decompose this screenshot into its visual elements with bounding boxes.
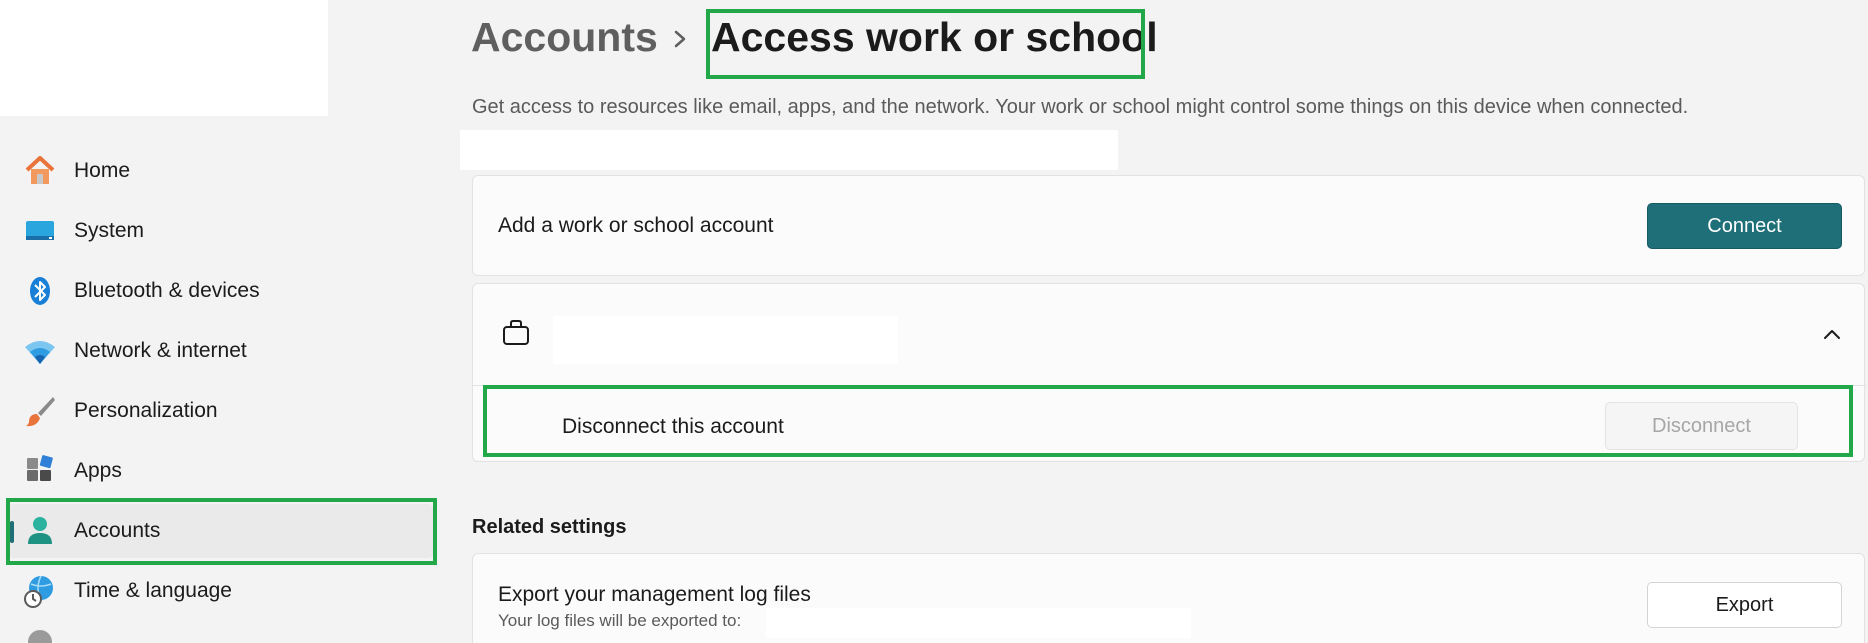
sidebar-item-bluetooth[interactable]: Bluetooth & devices [8, 264, 434, 318]
chevron-up-icon[interactable] [1819, 322, 1845, 353]
sidebar-item-personalization[interactable]: Personalization [8, 384, 434, 438]
breadcrumb-parent[interactable]: Accounts [471, 14, 658, 61]
gamepad-icon [22, 624, 58, 643]
sidebar: Home System Bluetooth & devices Network … [0, 0, 440, 643]
export-button[interactable]: Export [1647, 582, 1842, 628]
sidebar-item-time-language[interactable]: Time & language [8, 564, 434, 618]
export-logs-label: Export your management log files [498, 583, 811, 606]
account-card: Disconnect this account Disconnect [472, 283, 1866, 462]
redacted-info [460, 130, 1118, 170]
disconnect-button[interactable]: Disconnect [1605, 402, 1798, 450]
redacted-profile [0, 0, 328, 116]
export-logs-subtext: Your log files will be exported to: [498, 611, 742, 630]
disconnect-label: Disconnect this account [562, 415, 784, 438]
sidebar-item-label: Accounts [74, 519, 161, 542]
sidebar-item-partial[interactable] [8, 624, 434, 643]
page-title: Access work or school [711, 14, 1158, 60]
sidebar-item-network[interactable]: Network & internet [8, 324, 434, 378]
briefcase-icon [501, 318, 531, 353]
person-icon [22, 513, 58, 549]
wifi-icon [22, 333, 58, 369]
sidebar-item-label: Personalization [74, 399, 218, 422]
account-header[interactable] [473, 284, 1866, 386]
add-account-label: Add a work or school account [498, 214, 774, 237]
home-icon [22, 153, 58, 189]
redacted-log-path [766, 608, 1191, 638]
sidebar-item-label: Home [74, 159, 131, 182]
sidebar-item-label: Apps [74, 459, 122, 482]
brush-icon [22, 393, 58, 429]
apps-icon [22, 453, 58, 489]
sidebar-item-system[interactable]: System [8, 204, 434, 258]
bluetooth-icon [22, 273, 58, 309]
sidebar-item-label: Network & internet [74, 339, 247, 362]
related-settings-title: Related settings [472, 516, 627, 538]
sidebar-item-label: Bluetooth & devices [74, 279, 260, 302]
export-logs-card: Export your management log files Your lo… [472, 553, 1865, 643]
sidebar-item-label: Time & language [74, 579, 232, 602]
sidebar-item-home[interactable]: Home [8, 144, 434, 198]
chevron-right-icon [674, 30, 686, 48]
sidebar-item-apps[interactable]: Apps [8, 444, 434, 498]
sidebar-item-accounts[interactable]: Accounts [8, 504, 434, 558]
globe-clock-icon [22, 573, 58, 609]
system-icon [22, 213, 58, 249]
connect-button[interactable]: Connect [1647, 203, 1842, 249]
add-account-card: Add a work or school account Connect [472, 175, 1865, 276]
sidebar-item-label: System [74, 219, 145, 242]
page-description: Get access to resources like email, apps… [472, 96, 1689, 118]
redacted-account-name [553, 316, 898, 364]
